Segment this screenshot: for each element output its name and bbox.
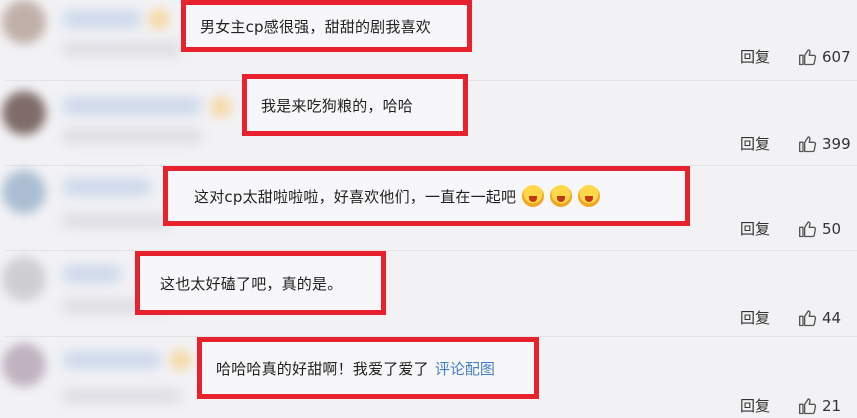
- username-blurred[interactable]: [62, 265, 122, 283]
- comment-text: 男女主cp感很强，甜甜的剧我喜欢: [200, 17, 431, 36]
- comment-text: 这也太好磕了吧，真的是。: [160, 274, 343, 293]
- highlighted-comment-text: 这对cp太甜啦啦啦，好喜欢他们，一直在一起吧: [163, 166, 690, 226]
- comment-meta-blurred: [62, 42, 182, 56]
- avatar[interactable]: [2, 257, 46, 301]
- comment-meta-blurred: [62, 214, 172, 228]
- like-button[interactable]: 21: [798, 396, 841, 416]
- highlighted-comment-text: 男女主cp感很强，甜甜的剧我喜欢: [181, 0, 472, 52]
- like-count: 21: [822, 396, 842, 415]
- comment-meta-blurred: [62, 129, 202, 143]
- comment-meta-blurred: [62, 389, 182, 403]
- comment-actions: 回复 21: [740, 395, 841, 416]
- user-badge-icon: [170, 349, 192, 371]
- comment-item: 哈哈哈真的好甜啊！我爱了爱了 评论配图 回复 21: [0, 337, 857, 418]
- thumb-up-icon: [799, 309, 817, 326]
- comment-item: 我是来吃狗粮的，哈哈 回复 399: [0, 74, 857, 161]
- reply-button[interactable]: 回复: [740, 218, 770, 239]
- like-button[interactable]: 607: [798, 47, 851, 67]
- thumb-up-icon: [799, 220, 817, 237]
- screaming-face-emoji: [522, 185, 545, 207]
- comment-text: 我是来吃狗粮的，哈哈: [261, 96, 414, 115]
- user-badge-icon: [210, 96, 232, 118]
- reply-button[interactable]: 回复: [740, 133, 770, 154]
- highlighted-comment-text: 我是来吃狗粮的，哈哈: [242, 74, 468, 136]
- like-count: 50: [822, 219, 842, 238]
- thumb-up-icon: [799, 397, 817, 414]
- screaming-face-emoji: [578, 185, 601, 207]
- avatar[interactable]: [2, 343, 46, 387]
- comment-actions: 回复 399: [740, 133, 851, 154]
- like-count: 399: [822, 134, 851, 153]
- avatar[interactable]: [2, 91, 46, 135]
- highlighted-comment-text: 这也太好磕了吧，真的是。: [135, 251, 386, 315]
- like-button[interactable]: 50: [798, 219, 841, 239]
- comment-text: 哈哈哈真的好甜啊！我爱了爱了: [216, 359, 429, 378]
- comment-image-link[interactable]: 评论配图: [435, 358, 495, 379]
- highlighted-comment-text: 哈哈哈真的好甜啊！我爱了爱了 评论配图: [197, 337, 539, 399]
- username-blurred[interactable]: [62, 97, 202, 115]
- like-count: 607: [822, 47, 851, 66]
- avatar[interactable]: [2, 170, 46, 214]
- comment-item: 男女主cp感很强，甜甜的剧我喜欢 回复 607: [0, 0, 857, 80]
- thumb-up-icon: [799, 135, 817, 152]
- username-blurred[interactable]: [62, 178, 152, 196]
- comment-actions: 回复 50: [740, 218, 841, 239]
- user-badge-icon: [148, 8, 170, 30]
- reply-button[interactable]: 回复: [740, 307, 770, 328]
- thumb-up-icon: [799, 48, 817, 65]
- username-blurred[interactable]: [62, 351, 162, 369]
- comment-item: 这也太好磕了吧，真的是。 回复 44: [0, 251, 857, 331]
- like-button[interactable]: 44: [798, 308, 841, 328]
- comment-actions: 回复 44: [740, 307, 841, 328]
- screaming-face-emoji: [550, 185, 573, 207]
- reply-button[interactable]: 回复: [740, 46, 770, 67]
- username-blurred[interactable]: [62, 10, 142, 28]
- comment-text: 这对cp太甜啦啦啦，好喜欢他们，一直在一起吧: [194, 187, 517, 206]
- reply-button[interactable]: 回复: [740, 395, 770, 416]
- comment-item: 这对cp太甜啦啦啦，好喜欢他们，一直在一起吧 回复 50: [0, 166, 857, 246]
- comment-actions: 回复 607: [740, 46, 851, 67]
- avatar[interactable]: [2, 0, 46, 44]
- like-count: 44: [822, 308, 842, 327]
- like-button[interactable]: 399: [798, 134, 851, 154]
